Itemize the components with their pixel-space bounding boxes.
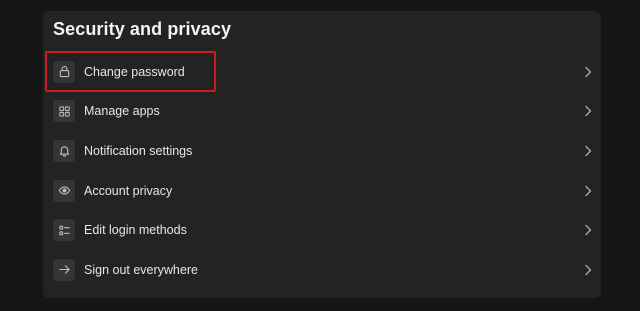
apps-grid-icon: [53, 100, 75, 123]
chevron-right-icon: [585, 145, 592, 157]
bell-icon: [53, 139, 75, 162]
chevron-right-icon: [585, 185, 592, 196]
chevron-right-icon: [585, 224, 592, 236]
change-password-label: Change password: [84, 64, 185, 79]
manage-apps-label: Manage apps: [84, 104, 160, 119]
lock-icon: [53, 60, 75, 83]
sign-out-everywhere-item[interactable]: Sign out everywhere: [43, 250, 601, 290]
security-privacy-panel: Security and privacy Change password Man…: [43, 11, 601, 298]
notification-settings-label: Notification settings: [84, 143, 193, 158]
settings-list: Change password Manage apps Notification…: [43, 52, 601, 290]
eye-icon: [53, 179, 75, 202]
edit-login-methods-label: Edit login methods: [84, 223, 187, 238]
notification-settings-item[interactable]: Notification settings: [43, 131, 601, 171]
chevron-right-icon: [585, 106, 592, 117]
account-privacy-label: Account privacy: [84, 183, 173, 198]
page: Security and privacy Change password Man…: [0, 0, 640, 311]
chevron-right-icon: [585, 264, 592, 275]
sign-out-everywhere-label: Sign out everywhere: [84, 262, 198, 277]
change-password-item[interactable]: Change password: [43, 52, 601, 92]
edit-login-methods-item[interactable]: Edit login methods: [43, 210, 601, 250]
list-icon: [53, 219, 75, 242]
manage-apps-item[interactable]: Manage apps: [43, 92, 601, 132]
account-privacy-item[interactable]: Account privacy: [43, 171, 601, 211]
chevron-right-icon: [585, 66, 592, 77]
section-title: Security and privacy: [53, 19, 232, 39]
arrow-right-icon: [53, 258, 75, 281]
